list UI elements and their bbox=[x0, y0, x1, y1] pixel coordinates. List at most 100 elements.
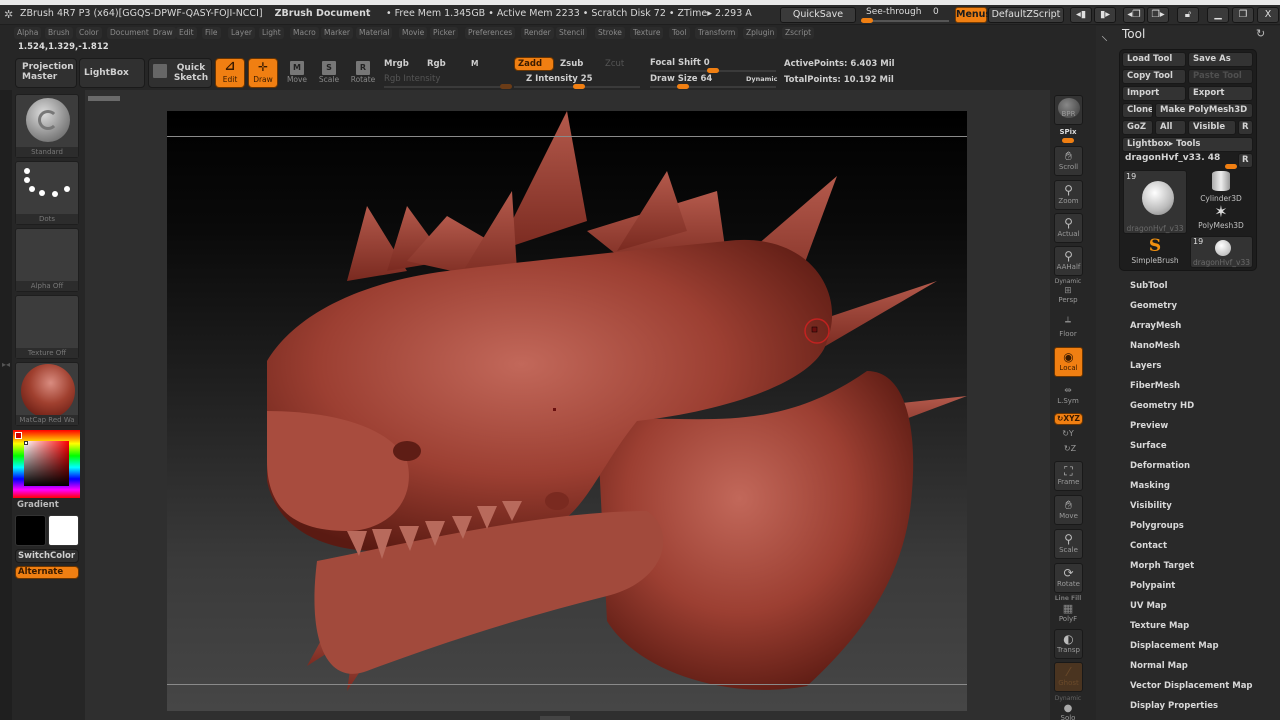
see-through-knob[interactable] bbox=[861, 18, 873, 23]
menus-button[interactable]: Menus bbox=[955, 7, 991, 23]
dynamic-size-toggle[interactable]: Dynamic bbox=[746, 75, 778, 83]
expand-right-icon[interactable]: ▮▸ bbox=[1094, 7, 1116, 23]
rgb-intensity-knob[interactable] bbox=[500, 84, 512, 89]
menu-brush[interactable]: Brush bbox=[45, 27, 73, 39]
transp-button[interactable]: ◐ Transp bbox=[1054, 629, 1083, 659]
menu-transform[interactable]: Transform bbox=[695, 27, 739, 39]
make-polymesh3d-button[interactable]: Make PolyMesh3D bbox=[1155, 103, 1253, 118]
subpalette-polygroups[interactable]: Polygroups bbox=[1130, 521, 1184, 531]
rotate-xyz-button[interactable]: ↻XYZ bbox=[1054, 413, 1083, 425]
persp-grid-icon[interactable]: ⊞ bbox=[1050, 286, 1086, 296]
focal-shift-knob[interactable] bbox=[707, 68, 719, 73]
menu-layer[interactable]: Layer bbox=[228, 27, 255, 39]
subpalette-polypaint[interactable]: Polypaint bbox=[1130, 581, 1175, 591]
quick-sketch-button[interactable]: Quick Sketch bbox=[148, 58, 212, 88]
rotate-button[interactable]: R Rotate bbox=[348, 58, 378, 88]
floor-button[interactable]: Floor bbox=[1050, 330, 1086, 338]
draw-size-knob[interactable] bbox=[677, 84, 689, 89]
scroll-button[interactable]: ✋︎ Scroll bbox=[1054, 146, 1083, 176]
subpalette-vector-displacement-map[interactable]: Vector Displacement Map bbox=[1130, 681, 1253, 691]
solo-icon[interactable]: ● bbox=[1050, 703, 1086, 714]
main-color-swatch[interactable] bbox=[15, 515, 46, 546]
alternate-button[interactable]: Alternate bbox=[15, 566, 79, 579]
rotate-y-button[interactable]: ↻Y bbox=[1050, 429, 1086, 438]
material-slot[interactable]: MatCap Red Wa bbox=[15, 362, 79, 426]
goz-all-button[interactable]: All bbox=[1155, 120, 1186, 135]
menu-picker[interactable]: Picker bbox=[430, 27, 459, 39]
secondary-color-swatch[interactable] bbox=[48, 515, 79, 546]
minimize-icon[interactable]: ▁ bbox=[1207, 7, 1229, 23]
subpalette-display-properties[interactable]: Display Properties bbox=[1130, 701, 1218, 711]
move-view-button[interactable]: ✋︎ Move bbox=[1054, 495, 1083, 525]
left-tray-gutter[interactable]: ▸◂ bbox=[0, 90, 12, 720]
subpalette-displacement-map[interactable]: Displacement Map bbox=[1130, 641, 1219, 651]
clone-button[interactable]: Clone bbox=[1122, 103, 1153, 118]
scale-view-button[interactable]: ⚲ Scale bbox=[1054, 529, 1083, 559]
menu-alpha[interactable]: Alpha bbox=[14, 27, 42, 39]
subpalette-geometry[interactable]: Geometry bbox=[1130, 301, 1177, 311]
subpalette-texture-map[interactable]: Texture Map bbox=[1130, 621, 1189, 631]
copy-tool-button[interactable]: Copy Tool bbox=[1122, 69, 1186, 84]
menu-preferences[interactable]: Preferences bbox=[465, 27, 516, 39]
tile-left-icon[interactable]: ◂❐ bbox=[1123, 7, 1145, 23]
lightbox-button[interactable]: LightBox bbox=[79, 58, 145, 88]
subpalette-subtool[interactable]: SubTool bbox=[1130, 281, 1168, 291]
menu-macro[interactable]: Macro bbox=[290, 27, 319, 39]
zoom-button[interactable]: ⚲ Zoom bbox=[1054, 180, 1083, 210]
subpalette-uv-map[interactable]: UV Map bbox=[1130, 601, 1167, 611]
rotate-view-button[interactable]: ⟳ Rotate bbox=[1054, 563, 1083, 593]
brush-slot[interactable]: Standard bbox=[15, 94, 79, 158]
menu-light[interactable]: Light bbox=[259, 27, 284, 39]
lock-icon[interactable]: 🔓︎ bbox=[1177, 7, 1199, 23]
subpalette-contact[interactable]: Contact bbox=[1130, 541, 1167, 551]
subpalette-geometry-hd[interactable]: Geometry HD bbox=[1130, 401, 1194, 411]
menu-material[interactable]: Material bbox=[356, 27, 393, 39]
aahalf-button[interactable]: ⚲ AAHalf bbox=[1054, 246, 1083, 276]
lsym-button[interactable]: L.Sym bbox=[1050, 397, 1086, 405]
m-button[interactable]: M bbox=[471, 59, 478, 68]
solo-button[interactable]: Solo bbox=[1050, 714, 1086, 720]
polyf-button[interactable]: PolyF bbox=[1050, 615, 1086, 623]
texture-slot[interactable]: Texture Off bbox=[15, 295, 79, 359]
scale-button[interactable]: S Scale bbox=[315, 58, 343, 88]
quicksave-button[interactable]: QuickSave bbox=[780, 7, 856, 23]
subpalette-masking[interactable]: Masking bbox=[1130, 481, 1170, 491]
subpalette-morph-target[interactable]: Morph Target bbox=[1130, 561, 1194, 571]
actual-button[interactable]: ⚲ Actual bbox=[1054, 213, 1083, 243]
zcut-button[interactable]: Zcut bbox=[605, 59, 624, 69]
rgb-intensity-track[interactable] bbox=[384, 86, 510, 88]
menu-color[interactable]: Color bbox=[76, 27, 102, 39]
import-button[interactable]: Import bbox=[1122, 86, 1186, 101]
menu-file[interactable]: File bbox=[202, 27, 221, 39]
reset-icon[interactable]: ↻ bbox=[1256, 27, 1265, 40]
ghost-button[interactable]: ⁄ Ghost bbox=[1054, 662, 1083, 692]
menu-texture[interactable]: Texture bbox=[630, 27, 664, 39]
switch-color-button[interactable]: SwitchColor bbox=[15, 549, 79, 563]
subpalette-preview[interactable]: Preview bbox=[1130, 421, 1168, 431]
goz-r-button[interactable]: R bbox=[1238, 120, 1253, 135]
subpalette-fibermesh[interactable]: FiberMesh bbox=[1130, 381, 1180, 391]
menu-document[interactable]: Document bbox=[107, 27, 152, 39]
shrink-left-icon[interactable]: ◂▮ bbox=[1070, 7, 1092, 23]
color-picker[interactable] bbox=[13, 430, 80, 498]
document-scroll-handle[interactable] bbox=[88, 96, 120, 101]
export-button[interactable]: Export bbox=[1188, 86, 1253, 101]
paste-tool-button[interactable]: Paste Tool bbox=[1188, 69, 1253, 84]
menu-zscript[interactable]: Zscript bbox=[782, 27, 815, 39]
draw-size-track[interactable] bbox=[650, 86, 776, 88]
tool-thumb-dragon-small[interactable]: 19 dragonHvf_v33 bbox=[1190, 236, 1253, 268]
zadd-button[interactable]: Zadd bbox=[514, 57, 554, 71]
rgb-button[interactable]: Rgb bbox=[427, 59, 446, 69]
default-zscript-button[interactable]: DefaultZScript bbox=[988, 7, 1064, 23]
color-saturation-square[interactable] bbox=[24, 441, 69, 486]
subpalette-layers[interactable]: Layers bbox=[1130, 361, 1161, 371]
tray-collapse-icon[interactable]: ▸◂ bbox=[2, 360, 10, 369]
menu-movie[interactable]: Movie bbox=[399, 27, 428, 39]
menu-render[interactable]: Render bbox=[521, 27, 554, 39]
subpalette-surface[interactable]: Surface bbox=[1130, 441, 1167, 451]
menu-tool[interactable]: Tool bbox=[669, 27, 690, 39]
canvas-bottom-scroll[interactable] bbox=[540, 716, 570, 720]
lightbox-tools-button[interactable]: Lightbox▸ Tools bbox=[1122, 137, 1253, 152]
local-button[interactable]: ◉ Local bbox=[1054, 347, 1083, 377]
goz-button[interactable]: GoZ bbox=[1122, 120, 1153, 135]
